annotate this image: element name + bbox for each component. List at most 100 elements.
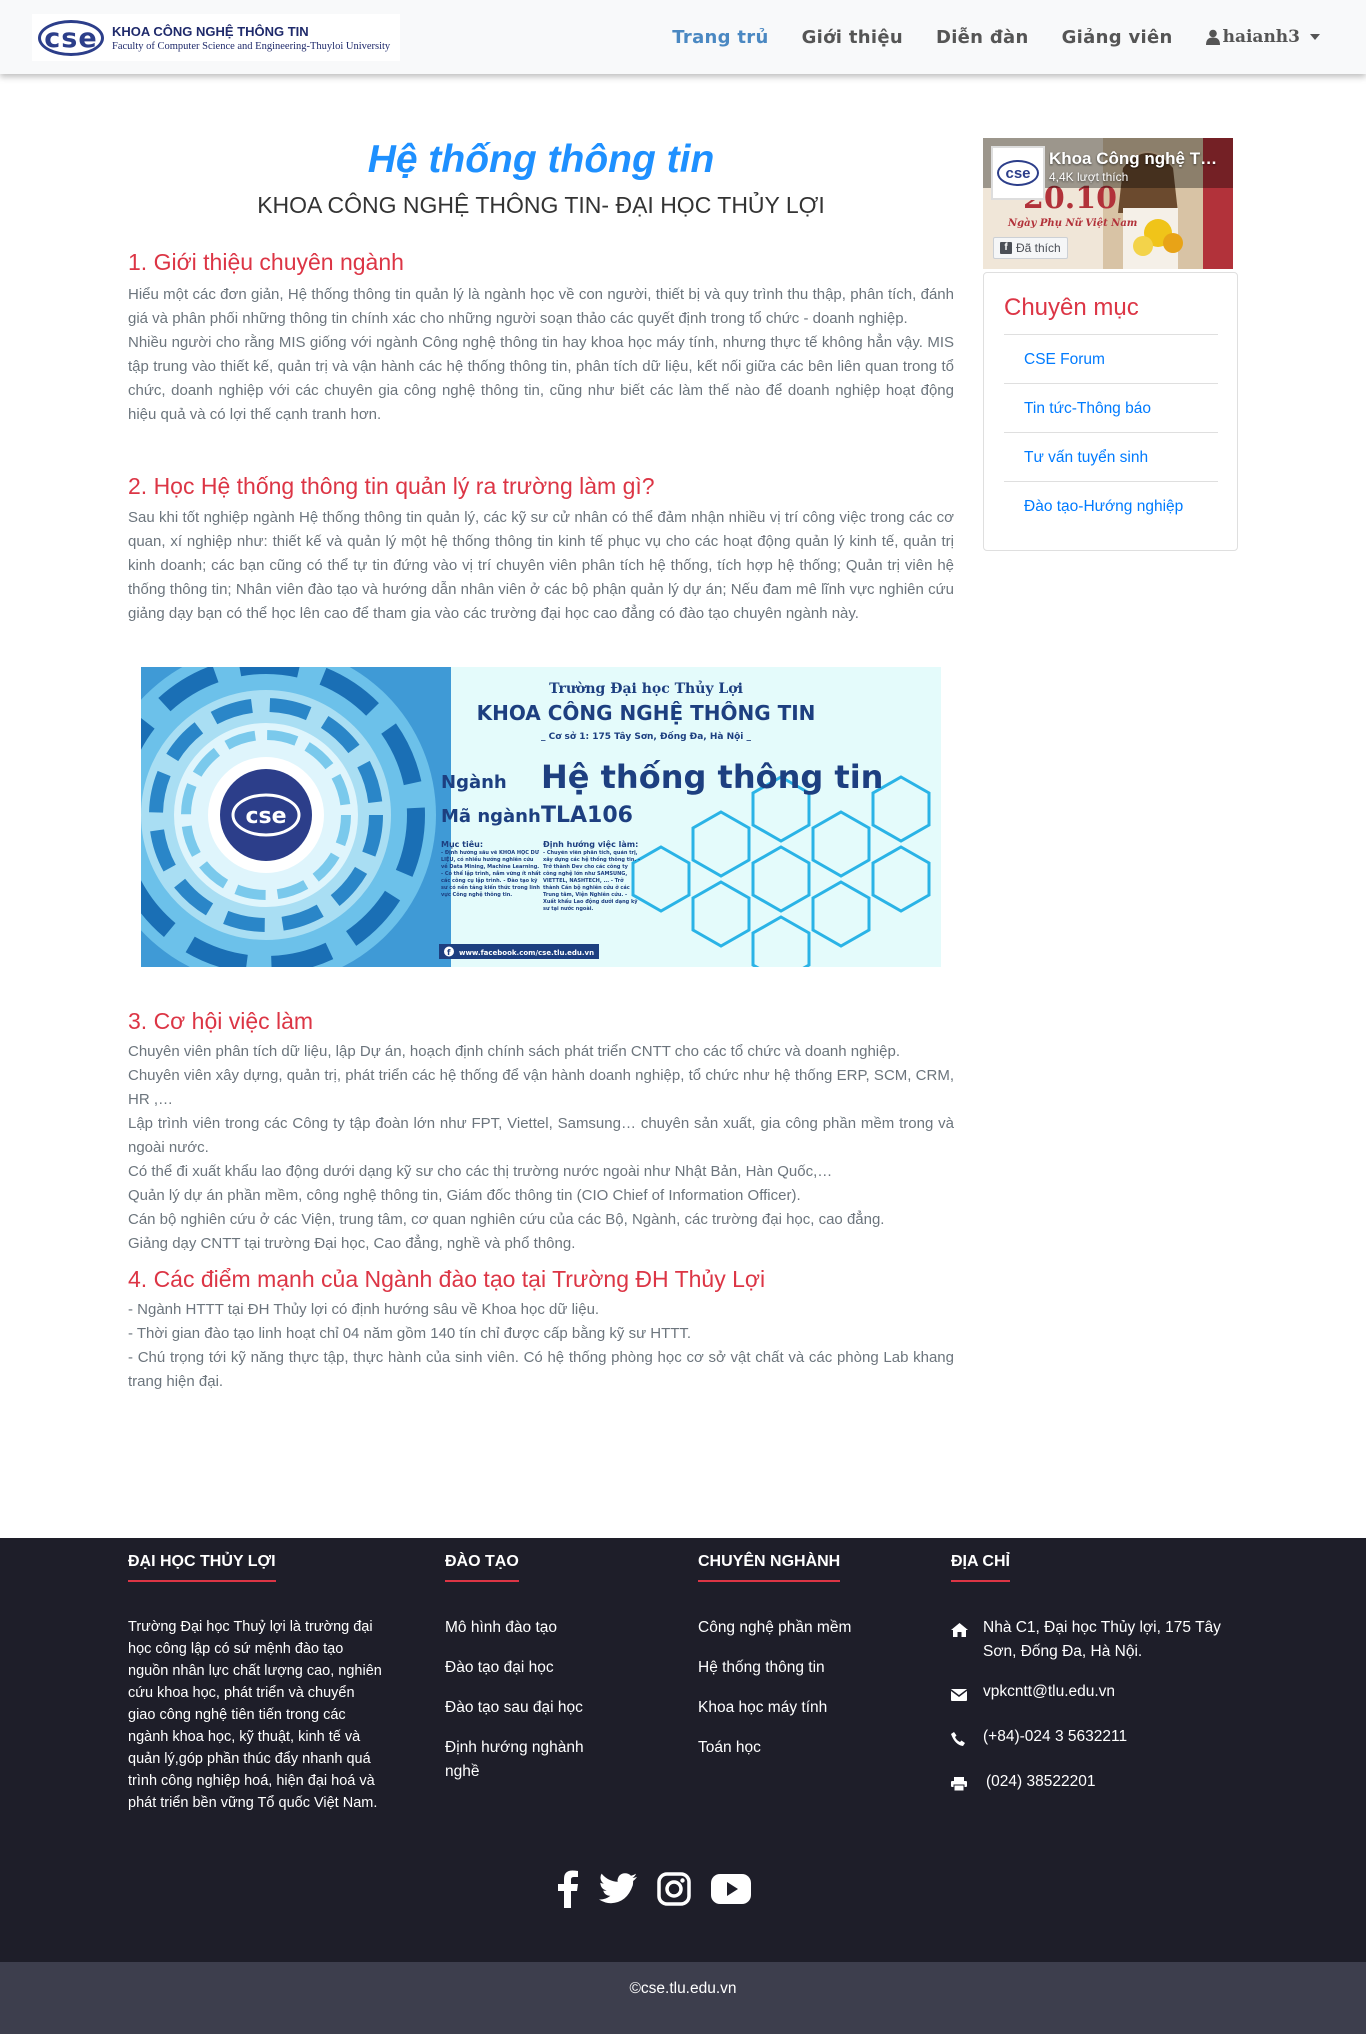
banner-major-label: Ngành [441, 772, 507, 793]
category-list: CSE Forum Tin tức-Thông báo Tư vấn tuyển… [1004, 334, 1218, 530]
fb-poster-caption: Ngày Phụ Nữ Việt Nam [1007, 218, 1137, 229]
fb-liked-label: Đã thích [1016, 241, 1061, 255]
user-name: haianh3 [1222, 27, 1300, 47]
footer-about-title: ĐẠI HỌC THỦY LỢI [128, 1553, 276, 1570]
section-title: 1. Giới thiệu chuyên ngành [128, 249, 404, 275]
banner-careers-title: Định hướng việc làm: [543, 839, 638, 849]
footer-training: ĐÀO TẠO Mô hình đào tạo Đào tạo đại học … [445, 1553, 610, 1800]
main-nav: Trang trủ Giới thiệu Diễn đàn Giảng viên… [639, 0, 1320, 74]
footer-majors-title: CHUYÊN NGHÀNH [698, 1553, 841, 1570]
footer-address-text: Nhà C1, Đại học Thủy lợi, 175 Tây Sơn, Đ… [983, 1619, 1221, 1660]
instagram-icon[interactable] [657, 1872, 691, 1911]
facebook-page-widget[interactable]: 20.10 Ngày Phụ Nữ Việt Nam cse Khoa Công… [983, 138, 1233, 269]
nav-about[interactable]: Giới thiệu [802, 27, 903, 48]
copyright-text: ©cse.tlu.edu.vn [629, 1980, 737, 1997]
paragraph: Chuyên viên phân tích dữ liệu, lập Dự án… [128, 1043, 900, 1060]
fb-page-likes: 4,4K lượt thích [1049, 170, 1129, 184]
page-subtitle: KHOA CÔNG NGHỆ THÔNG TIN- ĐẠI HỌC THỦY L… [257, 192, 825, 218]
footer-link[interactable]: Hệ thống thông tin [698, 1656, 851, 1680]
banner-goals: - Định hướng sâu về KHOA HỌC DỮ LIỆU, có… [441, 850, 541, 898]
paragraph: Lập trình viên trong các Công ty tập đoà… [128, 1115, 954, 1156]
nav-lecturers[interactable]: Giảng viên [1062, 27, 1173, 48]
footer: ĐẠI HỌC THỦY LỢI Trường Đại học Thuỷ lợi… [0, 1538, 1366, 1962]
category-card: Chuyên mục CSE Forum Tin tức-Thông báo T… [983, 272, 1238, 551]
footer-link[interactable]: Toán học [698, 1736, 851, 1760]
footer-majors: CHUYÊN NGHÀNH Công nghệ phần mềm Hệ thốn… [698, 1553, 851, 1776]
svg-text:f: f [447, 948, 451, 957]
paragraph: - Chú trọng tới kỹ năng thực tập, thực h… [128, 1349, 954, 1390]
footer-link[interactable]: Định hướng nghành nghề [445, 1736, 610, 1784]
paragraph: - Ngành HTTT tại ĐH Thủy lợi có định hướ… [128, 1301, 600, 1318]
logo-subtitle: Faculty of Computer Science and Engineer… [112, 40, 391, 52]
category-item-admissions[interactable]: Tư vấn tuyển sinh [1004, 432, 1218, 481]
twitter-icon[interactable] [599, 1873, 637, 1910]
main-content: Hệ thống thông tin KHOA CÔNG NGHỆ THÔNG … [128, 138, 954, 1394]
social-links [557, 1870, 771, 1913]
section-body: Hiểu một các đơn giản, Hệ thống thông ti… [128, 283, 954, 427]
footer-about-text: Trường Đại học Thuỷ lợi là trường đại họ… [128, 1619, 382, 1811]
paragraph: Chuyên viên xây dựng, quản trị, phát tri… [128, 1067, 954, 1108]
copyright-bar: ©cse.tlu.edu.vn [0, 1962, 1366, 2034]
category-item-news[interactable]: Tin tức-Thông báo [1004, 383, 1218, 432]
youtube-icon[interactable] [711, 1874, 751, 1909]
facebook-small-icon: f [1000, 242, 1012, 254]
banner-major: Hệ thống thông tin [541, 758, 883, 796]
fb-liked-button[interactable]: f Đã thích [993, 237, 1068, 259]
paragraph: Giảng dạy CNTT tại trường Đại học, Cao đ… [128, 1235, 576, 1252]
section-body: Sau khi tốt nghiệp ngành Hệ thống thông … [128, 506, 954, 626]
facebook-icon[interactable] [557, 1870, 579, 1913]
user-icon [1205, 29, 1220, 45]
banner-school: Trường Đại học Thủy Lợi [549, 680, 743, 697]
footer-link[interactable]: Đào tạo đại học [445, 1656, 610, 1680]
nav-home[interactable]: Trang trủ [672, 27, 768, 48]
footer-link[interactable]: Đào tạo sau đại học [445, 1696, 610, 1720]
phone-icon [951, 1725, 983, 1754]
paragraph: - Thời gian đào tạo linh hoạt chỉ 04 năm… [128, 1325, 692, 1342]
paragraph: Sau khi tốt nghiệp ngành Hệ thống thông … [128, 509, 954, 622]
program-banner-image: cse Trường Đại học Thủy Lợi KHOA CÔNG NG… [141, 667, 941, 967]
banner-campus: _ Cơ sở 1: 175 Tây Sơn, Đống Đa, Hà Nội … [541, 731, 752, 742]
banner-careers: - Chuyên viên phân tích, quản trị, xây d… [543, 850, 641, 912]
site-logo[interactable]: cse KHOA CÔNG NGHỆ THÔNG TIN Faculty of … [32, 14, 400, 61]
section-title: 4. Các điểm mạnh của Ngành đào tạo tại T… [128, 1266, 766, 1292]
paragraph: Hiểu một các đơn giản, Hệ thống thông ti… [128, 286, 954, 327]
banner-graphic: cse Trường Đại học Thủy Lợi KHOA CÔNG NG… [141, 667, 941, 967]
category-item-career[interactable]: Đào tạo-Hướng nghiệp [1004, 481, 1218, 530]
section-body: - Ngành HTTT tại ĐH Thủy lợi có định hướ… [128, 1298, 954, 1394]
home-icon [951, 1616, 983, 1664]
footer-phone: (+84)-024 3 5632211 [983, 1728, 1128, 1745]
logo-title: KHOA CÔNG NGHỆ THÔNG TIN [112, 23, 309, 39]
fb-page-name[interactable]: Khoa Công nghệ Thông tin [1049, 149, 1224, 169]
paragraph: Cán bộ nghiên cứu ở các Viện, trung tâm,… [128, 1211, 885, 1228]
footer-email[interactable]: vpkcntt@tlu.edu.vn [983, 1680, 1115, 1709]
section-title: 2. Học Hệ thống thông tin quản lý ra trư… [128, 473, 655, 499]
paragraph: Có thể đi xuất khẩu lao động dưới dạng k… [128, 1163, 833, 1180]
paragraph: Nhiều người cho rằng MIS giống với ngành… [128, 334, 954, 423]
section-body: Chuyên viên phân tích dữ liệu, lập Dự án… [128, 1040, 954, 1256]
chevron-down-icon [1310, 34, 1320, 40]
paragraph: Quản lý dự án phần mềm, công nghệ thông … [128, 1187, 801, 1204]
footer-training-title: ĐÀO TẠO [445, 1553, 519, 1570]
footer-about: ĐẠI HỌC THỦY LỢI Trường Đại học Thuỷ lợi… [128, 1553, 383, 1814]
footer-link[interactable]: Khoa học máy tính [698, 1696, 851, 1720]
category-item-forum[interactable]: CSE Forum [1004, 334, 1218, 383]
navbar: cse KHOA CÔNG NGHỆ THÔNG TIN Faculty of … [0, 0, 1366, 74]
footer-address: ĐỊA CHỈ Nhà C1, Đại học Thủy lợi, 175 Tâ… [950, 1553, 1221, 1815]
banner-logo-text: cse [245, 804, 286, 829]
footer-link[interactable]: Công nghệ phần mềm [698, 1616, 851, 1640]
user-menu[interactable]: haianh3 [1205, 27, 1320, 47]
banner-code-label: Mã ngành [441, 806, 541, 827]
footer-fax: (024) 38522201 [986, 1773, 1096, 1790]
banner-faculty: KHOA CÔNG NGHỆ THÔNG TIN [477, 701, 816, 725]
banner-goals-title: Mục tiêu: [441, 839, 483, 849]
print-icon [951, 1770, 983, 1799]
fb-page-avatar: cse [991, 146, 1045, 200]
page-title: Hệ thống thông tin [367, 138, 715, 181]
banner-code: TLA106 [541, 803, 633, 828]
category-title: Chuyên mục [1004, 294, 1139, 321]
footer-link[interactable]: Mô hình đào tạo [445, 1616, 610, 1640]
envelope-icon [950, 1680, 983, 1709]
fb-avatar-text: cse [997, 160, 1039, 186]
nav-forum[interactable]: Diễn đàn [936, 27, 1029, 48]
footer-address-title: ĐỊA CHỈ [951, 1553, 1010, 1570]
